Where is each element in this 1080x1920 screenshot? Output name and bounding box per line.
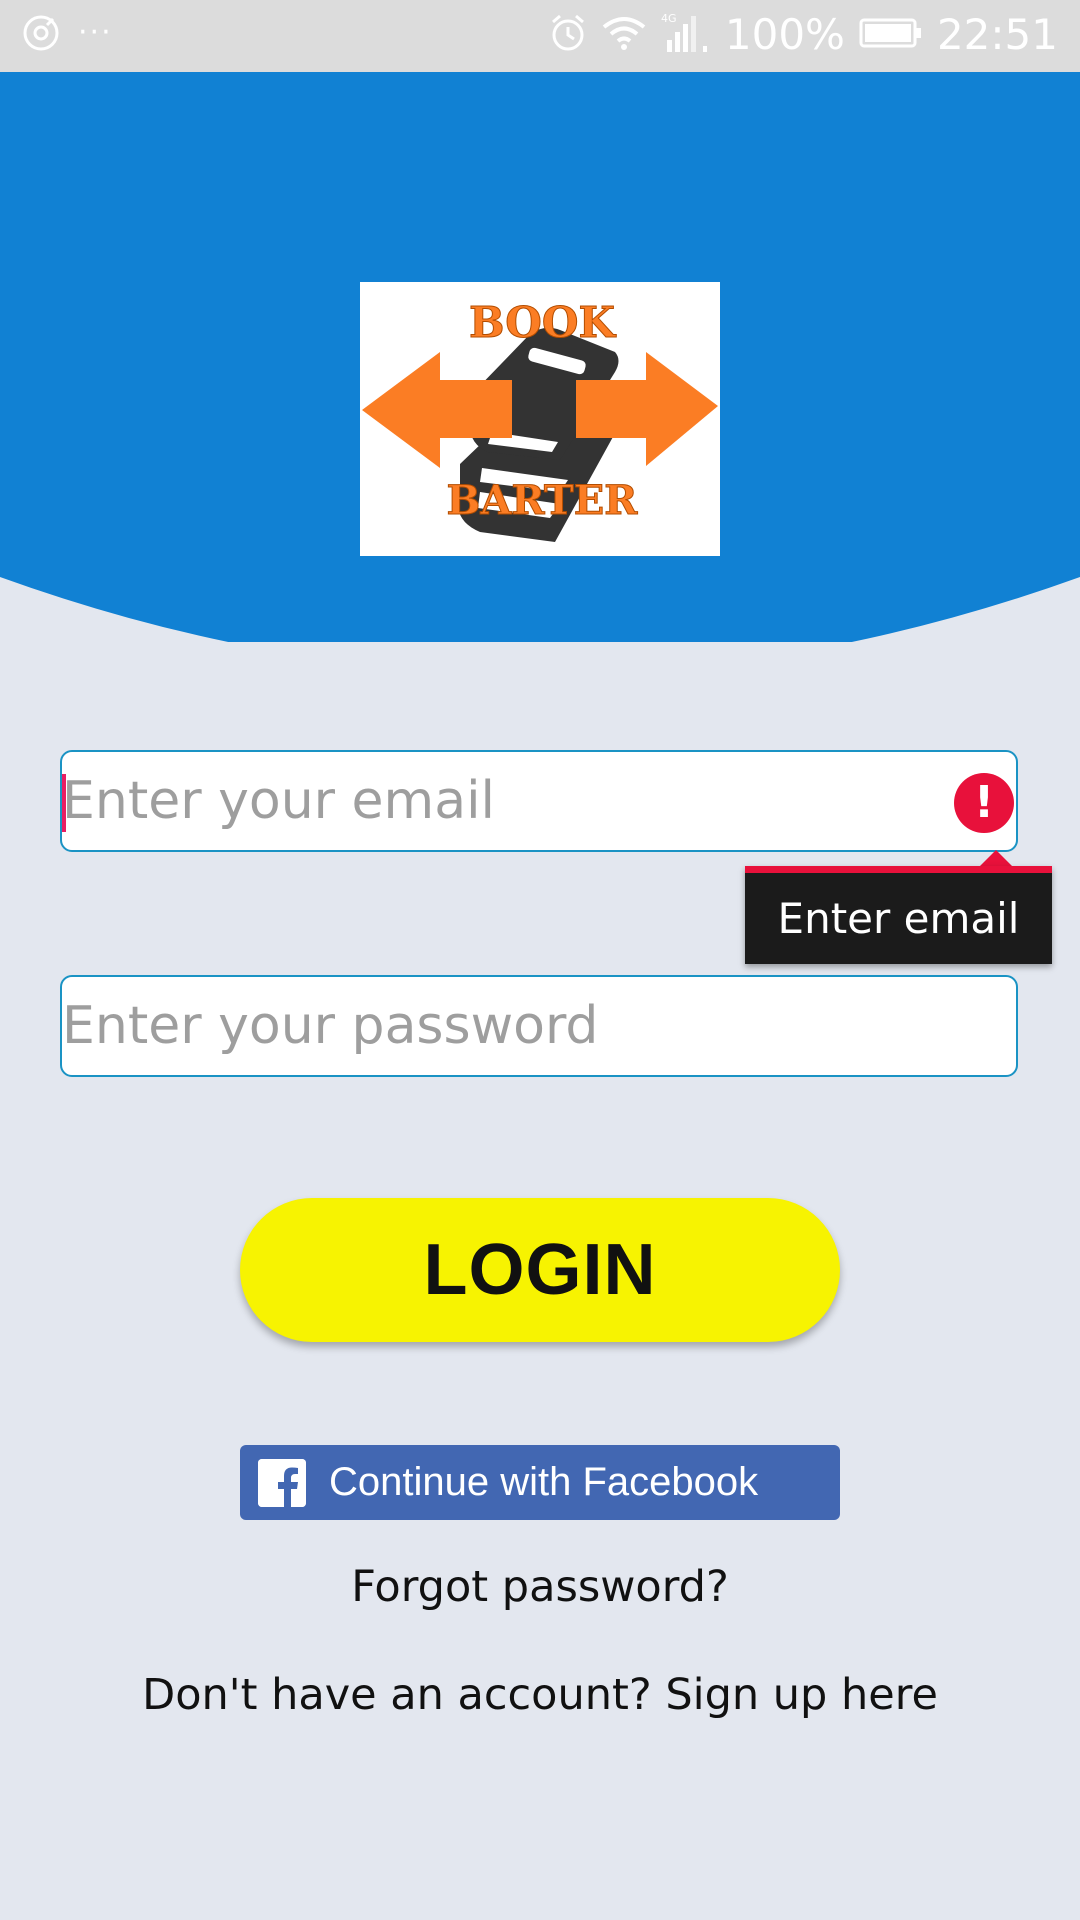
battery-percent: 100% <box>724 10 845 59</box>
facebook-f-icon <box>258 1459 306 1507</box>
login-button[interactable]: LOGIN <box>240 1198 840 1342</box>
error-icon[interactable]: ! <box>954 773 1014 833</box>
facebook-login-button[interactable]: Continue with Facebook <box>240 1445 840 1520</box>
email-field[interactable]: ! <box>60 750 1018 852</box>
battery-icon <box>859 18 923 52</box>
text-caret <box>62 774 66 832</box>
sync-disc-icon <box>22 14 60 56</box>
signup-link[interactable]: Don't have an account? Sign up here <box>0 1670 1080 1720</box>
notification-dots: ··· <box>78 14 113 50</box>
book-barter-logo: BOOK BARTER <box>360 282 720 556</box>
clock: 22:51 <box>936 10 1058 59</box>
email-input[interactable] <box>62 752 1016 850</box>
password-field[interactable] <box>60 975 1018 1077</box>
svg-text:BOOK: BOOK <box>469 298 616 347</box>
email-error-tooltip: Enter email <box>745 866 1052 964</box>
facebook-button-label: Continue with Facebook <box>329 1460 759 1504</box>
forgot-password-link[interactable]: Forgot password? <box>0 1562 1080 1612</box>
status-bar: ··· 4G 100% 22:51 <box>0 0 1080 72</box>
wifi-icon <box>601 15 647 55</box>
alarm-icon <box>549 13 587 57</box>
password-input[interactable] <box>62 977 1016 1075</box>
email-error-text: Enter email <box>777 893 1020 943</box>
svg-text:4G: 4G <box>661 12 677 25</box>
svg-text:BARTER: BARTER <box>447 477 639 524</box>
signal-icon: 4G <box>661 12 711 58</box>
